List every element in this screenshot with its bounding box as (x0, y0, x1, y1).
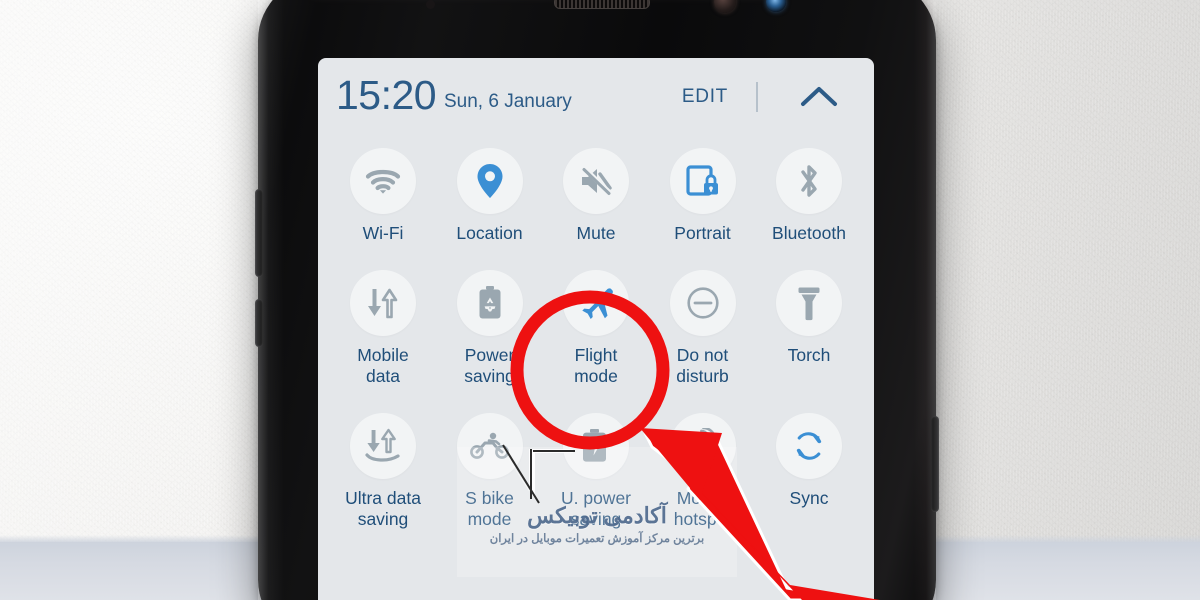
volume-button[interactable] (255, 189, 263, 277)
tile-mobile-data-circle[interactable] (350, 270, 416, 336)
tile-torch-label: Torch (787, 345, 831, 365)
ultra-power-saving-icon (579, 428, 613, 464)
power-button[interactable] (931, 416, 939, 512)
ultra-data-saving-icon (364, 428, 402, 464)
tile-location[interactable]: Location (441, 148, 539, 244)
tile-mobile-hotspot[interactable]: Mobile hotspot (654, 413, 752, 530)
phone-body: 15:20 Sun, 6 January EDIT Wi-Fi Location… (255, 0, 939, 600)
proximity-sensor-icon (426, 0, 435, 9)
tile-wifi-label: Wi-Fi (362, 223, 404, 243)
power-saving-icon (476, 285, 504, 321)
tile-flight-mode[interactable]: Flight mode (547, 270, 645, 387)
tile-bluetooth-label: Bluetooth (772, 223, 846, 243)
tile-do-not-disturb[interactable]: Do not disturb (654, 270, 752, 387)
mute-icon (578, 165, 614, 197)
tile-mobile-hotspot-label: Mobile hotspot (673, 488, 732, 529)
tile-mute-label: Mute (576, 223, 616, 243)
edit-button[interactable]: EDIT (682, 86, 728, 108)
tile-torch[interactable]: Torch (760, 270, 858, 387)
tile-location-label: Location (456, 223, 523, 243)
motorcycle-icon (469, 431, 510, 461)
tile-s-bike-mode[interactable]: S bike mode (441, 413, 539, 530)
tile-power-saving-circle[interactable] (456, 270, 523, 336)
screen-rotation-lock-icon (685, 163, 720, 199)
tile-flight-mode-label: Flight mode (574, 345, 618, 386)
tile-wifi[interactable]: Wi-Fi (334, 148, 432, 244)
tile-sync-label: Sync (789, 488, 829, 508)
tile-location-circle[interactable] (456, 148, 523, 214)
tile-ultra-data-saving[interactable]: Ultra data saving (334, 413, 432, 530)
airplane-icon (577, 286, 615, 320)
tile-do-not-disturb-label: Do not disturb (676, 345, 729, 386)
tile-sync-circle[interactable] (776, 413, 842, 479)
tile-mute[interactable]: Mute (547, 148, 645, 244)
wifi-icon (365, 166, 401, 196)
bluetooth-icon (795, 162, 823, 200)
tile-bluetooth[interactable]: Bluetooth (760, 148, 858, 244)
mobile-data-icon (365, 286, 401, 320)
do-not-disturb-icon (686, 286, 720, 320)
header-divider (756, 82, 758, 112)
quick-settings-grid: Wi-Fi Location Mute Portrait Bluetooth M… (318, 142, 874, 536)
bixby-button[interactable] (255, 299, 263, 347)
tile-mute-circle[interactable] (563, 148, 629, 214)
location-pin-icon (475, 162, 505, 200)
tile-ultra-data-saving-label: Ultra data saving (345, 488, 421, 529)
torch-icon (796, 285, 822, 321)
tile-mobile-data-label: Mobile data (357, 345, 409, 386)
tile-power-saving-label: Power saving (464, 345, 515, 386)
tile-flight-mode-circle[interactable] (563, 270, 629, 336)
tile-ultra-power-saving-circle[interactable] (563, 413, 629, 479)
quick-settings-header: 15:20 Sun, 6 January EDIT (318, 58, 874, 140)
tile-portrait[interactable]: Portrait (654, 148, 752, 244)
sync-icon (792, 429, 826, 463)
tile-power-saving[interactable]: Power saving (441, 270, 539, 387)
tile-row-1: Wi-Fi Location Mute Portrait Bluetooth (318, 148, 874, 244)
chevron-up-icon[interactable] (798, 82, 840, 112)
tile-wifi-circle[interactable] (350, 148, 416, 214)
tile-ultra-power-saving-label: U. power saving (560, 488, 632, 529)
tile-s-bike-mode-label: S bike mode (465, 488, 514, 529)
tile-ultra-power-saving[interactable]: U. power saving (547, 413, 645, 530)
tile-portrait-circle[interactable] (669, 148, 736, 214)
tile-sync[interactable]: Sync (760, 413, 858, 530)
tile-mobile-data[interactable]: Mobile data (334, 270, 432, 387)
status-date: Sun, 6 January (444, 91, 572, 112)
phone-screen: 15:20 Sun, 6 January EDIT Wi-Fi Location… (318, 58, 874, 600)
hotspot-icon (685, 428, 721, 464)
tile-mobile-hotspot-circle[interactable] (669, 413, 736, 479)
tile-s-bike-mode-circle[interactable] (456, 413, 523, 479)
tile-bluetooth-circle[interactable] (776, 148, 842, 214)
tile-portrait-label: Portrait (674, 223, 731, 243)
tile-torch-circle[interactable] (776, 270, 842, 336)
tile-row-2: Mobile data Power saving Flight mode Do … (318, 270, 874, 387)
earpiece-speaker-icon (554, 0, 650, 9)
tile-row-3: Ultra data saving S bike mode U. power s… (318, 413, 874, 530)
screenshot-stage: 15:20 Sun, 6 January EDIT Wi-Fi Location… (0, 0, 1200, 600)
front-camera-icon (766, 0, 786, 12)
status-clock: 15:20 (336, 72, 437, 118)
iris-scanner-icon (714, 0, 736, 13)
tile-ultra-data-saving-circle[interactable] (350, 413, 416, 479)
tile-do-not-disturb-circle[interactable] (669, 270, 736, 336)
